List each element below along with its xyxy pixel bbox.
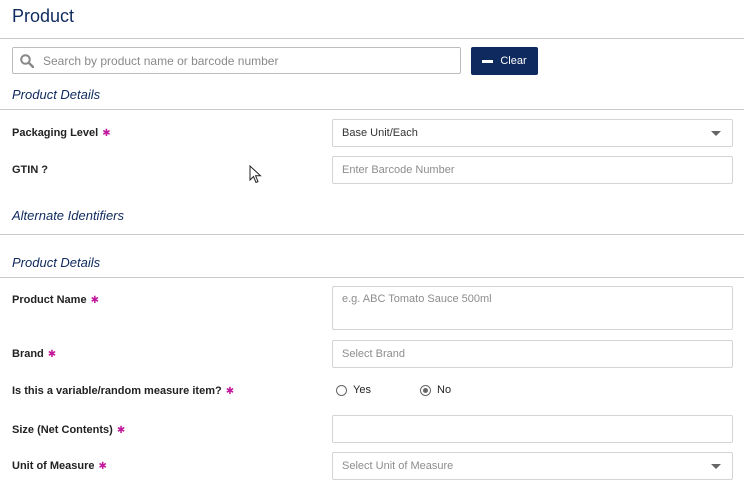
required-icon: ✱: [47, 349, 57, 360]
section-divider: [0, 277, 744, 278]
product-name-label-text: Product Name: [12, 294, 87, 306]
radio-button[interactable]: [336, 384, 347, 396]
radio-yes[interactable]: Yes: [336, 384, 371, 396]
brand-select[interactable]: Select Brand: [332, 340, 733, 368]
gtin-placeholder: Enter Barcode Number: [342, 164, 455, 176]
minus-icon: [482, 59, 494, 63]
gtin-input[interactable]: Enter Barcode Number: [332, 156, 733, 184]
product-name-textarea[interactable]: e.g. ABC Tomato Sauce 500ml: [332, 286, 733, 330]
required-icon: ✱: [102, 128, 111, 139]
product-name-placeholder: e.g. ABC Tomato Sauce 500ml: [342, 293, 492, 305]
unit-of-measure-label: Unit of Measure ✱: [12, 460, 107, 472]
unit-of-measure-placeholder: Select Unit of Measure: [342, 460, 454, 472]
gtin-label-text: GTIN: [12, 164, 39, 176]
variable-measure-label: Is this a variable/random measure item? ✱: [12, 385, 234, 397]
required-icon: ✱: [116, 425, 126, 436]
unit-of-measure-label-text: Unit of Measure: [12, 460, 95, 472]
help-icon[interactable]: ?: [41, 164, 48, 176]
radio-yes-label: Yes: [353, 384, 371, 396]
size-label-text: Size (Net Contents): [12, 424, 113, 436]
section-divider: [0, 234, 744, 235]
packaging-level-select[interactable]: Base Unit/Each: [332, 119, 733, 147]
size-label: Size (Net Contents) ✱: [12, 424, 125, 436]
packaging-level-label: Packaging Level ✱: [12, 127, 111, 139]
section-heading-alternate-identifiers[interactable]: Alternate Identifiers: [12, 208, 124, 223]
chevron-down-icon: [711, 131, 721, 136]
search-input[interactable]: [43, 48, 453, 73]
product-name-label: Product Name ✱: [12, 294, 99, 306]
brand-label-text: Brand: [12, 348, 44, 360]
search-box[interactable]: [12, 47, 461, 74]
unit-of-measure-select[interactable]: Select Unit of Measure: [332, 452, 733, 480]
section-divider: [0, 109, 744, 110]
gtin-label: GTIN?: [12, 164, 48, 176]
clear-button-label: Clear: [500, 55, 527, 67]
radio-no[interactable]: No: [420, 384, 451, 396]
required-icon: ✱: [225, 386, 235, 397]
radio-no-label: No: [437, 384, 452, 396]
mouse-cursor-icon: [249, 165, 262, 184]
search-icon: [20, 54, 34, 68]
page-title: Product: [12, 6, 75, 26]
title-divider: [0, 38, 744, 39]
section-heading-product-details: Product Details: [12, 255, 101, 270]
required-icon: ✱: [90, 295, 99, 306]
chevron-down-icon: [711, 464, 721, 469]
packaging-level-value: Base Unit/Each: [342, 127, 418, 139]
radio-button-selected[interactable]: [420, 384, 431, 396]
brand-label: Brand ✱: [12, 348, 56, 360]
size-input[interactable]: [332, 415, 733, 443]
brand-placeholder: Select Brand: [342, 348, 405, 360]
clear-button[interactable]: Clear: [471, 47, 538, 75]
required-icon: ✱: [98, 461, 107, 472]
variable-measure-label-text: Is this a variable/random measure item?: [12, 385, 222, 397]
packaging-level-label-text: Packaging Level: [12, 127, 99, 139]
section-heading-product-details: Product Details: [12, 87, 101, 102]
